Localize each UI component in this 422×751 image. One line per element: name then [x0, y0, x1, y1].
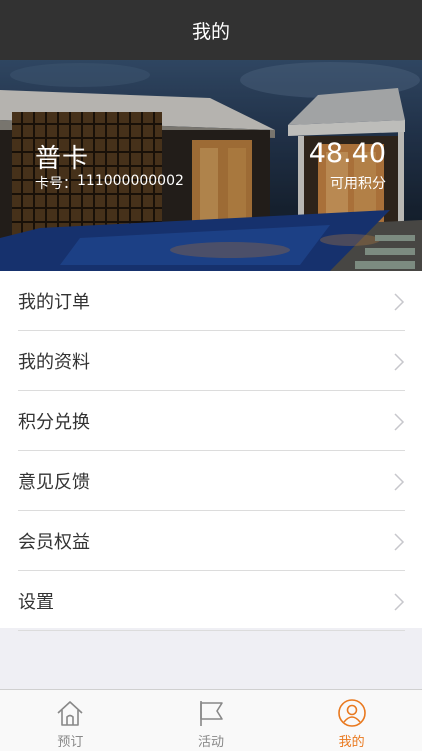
- menu-item-my-profile[interactable]: 我的资料: [18, 331, 405, 391]
- home-icon: [57, 701, 83, 726]
- tab-mine[interactable]: 我的: [281, 690, 422, 751]
- card-number-value: 111000000002: [77, 173, 184, 189]
- menu-item-label: 意见反馈: [18, 471, 90, 493]
- chevron-right-icon: [394, 353, 405, 371]
- menu-item-feedback[interactable]: 意见反馈: [18, 451, 405, 511]
- points-label: 可用积分: [330, 176, 386, 192]
- menu-item-label: 我的订单: [18, 291, 90, 313]
- menu-item-label: 我的资料: [18, 351, 90, 373]
- flag-icon: [200, 701, 223, 726]
- menu-item-my-orders[interactable]: 我的订单: [18, 271, 405, 331]
- chevron-right-icon: [394, 473, 405, 491]
- tab-label: 预订: [57, 735, 84, 750]
- profile-menu: 我的订单 我的资料 积分兑换 意见反馈 会员权益 设置: [0, 271, 422, 631]
- navbar: 我的: [0, 0, 422, 60]
- menu-item-points-exchange[interactable]: 积分兑换: [18, 391, 405, 451]
- tab-activities[interactable]: 活动: [141, 690, 282, 751]
- chevron-right-icon: [394, 593, 405, 611]
- menu-item-label: 会员权益: [18, 531, 90, 553]
- member-card-banner[interactable]: 普卡 卡号： 111000000002 48.40 可用积分: [0, 60, 422, 271]
- points-balance: 48.40: [308, 138, 386, 169]
- menu-item-member-benefits[interactable]: 会员权益: [18, 511, 405, 571]
- page-title: 我的: [191, 20, 230, 43]
- bottom-tab-bar: 预订 活动 我的: [0, 689, 422, 751]
- chevron-right-icon: [394, 413, 405, 431]
- tab-booking[interactable]: 预订: [0, 690, 141, 751]
- chevron-right-icon: [394, 533, 405, 551]
- menu-item-settings[interactable]: 设置: [18, 571, 405, 631]
- tab-label: 活动: [198, 735, 225, 750]
- menu-item-label: 设置: [18, 591, 54, 613]
- tab-label: 我的: [338, 735, 365, 750]
- user-icon: [337, 699, 366, 727]
- menu-item-label: 积分兑换: [18, 411, 90, 433]
- card-tier-name: 普卡: [35, 144, 90, 174]
- card-number-label: 卡号：: [35, 176, 77, 192]
- card-number: 卡号： 111000000002: [35, 173, 184, 193]
- chevron-right-icon: [394, 293, 405, 311]
